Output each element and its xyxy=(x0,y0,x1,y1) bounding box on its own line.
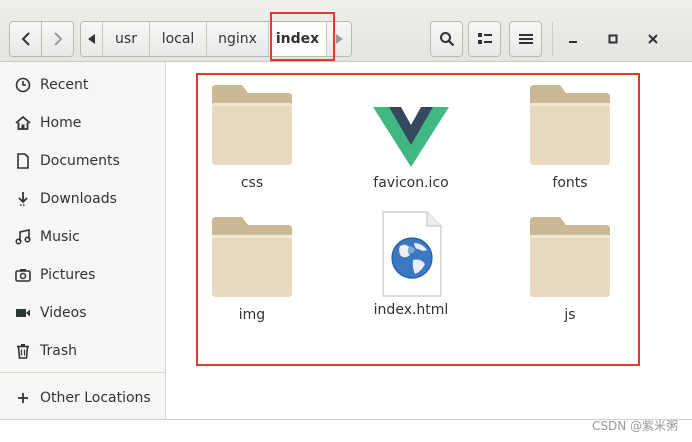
crumb-usr[interactable]: usr xyxy=(103,22,150,56)
highlight-box-path xyxy=(270,12,335,61)
file-item-fonts[interactable]: fonts xyxy=(510,83,630,191)
chevron-left-icon xyxy=(21,32,30,46)
sidebar-item-other-locations[interactable]: Other Locations xyxy=(0,379,165,417)
file-item-favicon[interactable]: favicon.ico xyxy=(351,83,471,191)
document-icon xyxy=(13,151,33,171)
file-item-img[interactable]: img xyxy=(192,215,312,323)
file-item-js[interactable]: js xyxy=(510,215,630,323)
menu-button[interactable] xyxy=(509,21,542,57)
music-icon xyxy=(13,227,33,247)
watermark: CSDN @紫米粥 xyxy=(591,419,678,433)
file-name: fonts xyxy=(552,175,588,191)
sidebar-item-documents[interactable]: Documents xyxy=(0,142,165,180)
sidebar-item-label: Downloads xyxy=(40,191,117,207)
file-item-css[interactable]: css xyxy=(192,83,312,191)
file-name: js xyxy=(564,307,576,323)
header-separator xyxy=(552,22,553,56)
plus-icon xyxy=(13,388,33,408)
sidebar-item-label: Trash xyxy=(40,343,77,359)
sidebar: Recent Home Documents Downloads Music Pi… xyxy=(0,62,166,419)
sidebar-item-home[interactable]: Home xyxy=(0,104,165,142)
sidebar-item-downloads[interactable]: Downloads xyxy=(0,180,165,218)
view-toggle-button[interactable] xyxy=(468,21,501,57)
sidebar-divider xyxy=(0,372,165,373)
folder-icon xyxy=(210,83,294,169)
forward-button[interactable] xyxy=(41,21,74,57)
sidebar-item-label: Home xyxy=(40,115,82,131)
list-view-icon xyxy=(477,33,492,44)
sidebar-item-label: Videos xyxy=(40,305,87,321)
file-item-index-html[interactable]: index.html xyxy=(351,210,471,318)
sidebar-item-label: Recent xyxy=(40,77,89,93)
clock-icon xyxy=(13,75,33,95)
sidebar-item-music[interactable]: Music xyxy=(0,218,165,256)
close-icon xyxy=(648,34,658,44)
minimize-button[interactable] xyxy=(559,24,587,54)
sidebar-item-pictures[interactable]: Pictures xyxy=(0,256,165,294)
crumb-local[interactable]: local xyxy=(150,22,207,56)
sidebar-item-videos[interactable]: Videos xyxy=(0,294,165,332)
sidebar-item-recent[interactable]: Recent xyxy=(0,66,165,104)
sidebar-item-label: Music xyxy=(40,229,80,245)
search-button[interactable] xyxy=(430,21,463,57)
file-name: img xyxy=(238,307,266,323)
folder-icon xyxy=(528,215,612,301)
triangle-right-icon xyxy=(336,34,343,44)
home-icon xyxy=(13,113,33,133)
file-manager-window: usr local nginx index Recent Home Docume… xyxy=(0,0,692,420)
vue-logo-icon xyxy=(369,83,453,169)
crumb-nginx[interactable]: nginx xyxy=(207,22,269,56)
search-icon xyxy=(439,32,454,47)
camera-icon xyxy=(13,265,33,285)
hamburger-icon xyxy=(518,34,533,44)
folder-icon xyxy=(528,83,612,169)
back-button[interactable] xyxy=(9,21,42,57)
sidebar-item-trash[interactable]: Trash xyxy=(0,332,165,370)
close-button[interactable] xyxy=(639,24,667,54)
maximize-icon xyxy=(608,34,618,44)
folder-icon xyxy=(210,215,294,301)
video-icon xyxy=(13,303,33,323)
sidebar-item-label: Documents xyxy=(40,153,120,169)
html-file-icon xyxy=(369,210,453,300)
triangle-left-icon xyxy=(87,34,95,44)
trash-icon xyxy=(13,341,33,361)
chevron-right-icon xyxy=(53,32,62,46)
sidebar-item-label: Other Locations xyxy=(40,390,151,406)
maximize-button[interactable] xyxy=(599,24,627,54)
download-icon xyxy=(13,189,33,209)
sidebar-item-label: Pictures xyxy=(40,267,96,283)
header-bar: usr local nginx index xyxy=(0,0,692,62)
path-scroll-left-button[interactable] xyxy=(81,22,103,56)
file-name: index.html xyxy=(373,302,449,318)
file-name: css xyxy=(240,175,264,191)
minimize-icon xyxy=(569,41,577,43)
file-name: favicon.ico xyxy=(373,175,449,191)
